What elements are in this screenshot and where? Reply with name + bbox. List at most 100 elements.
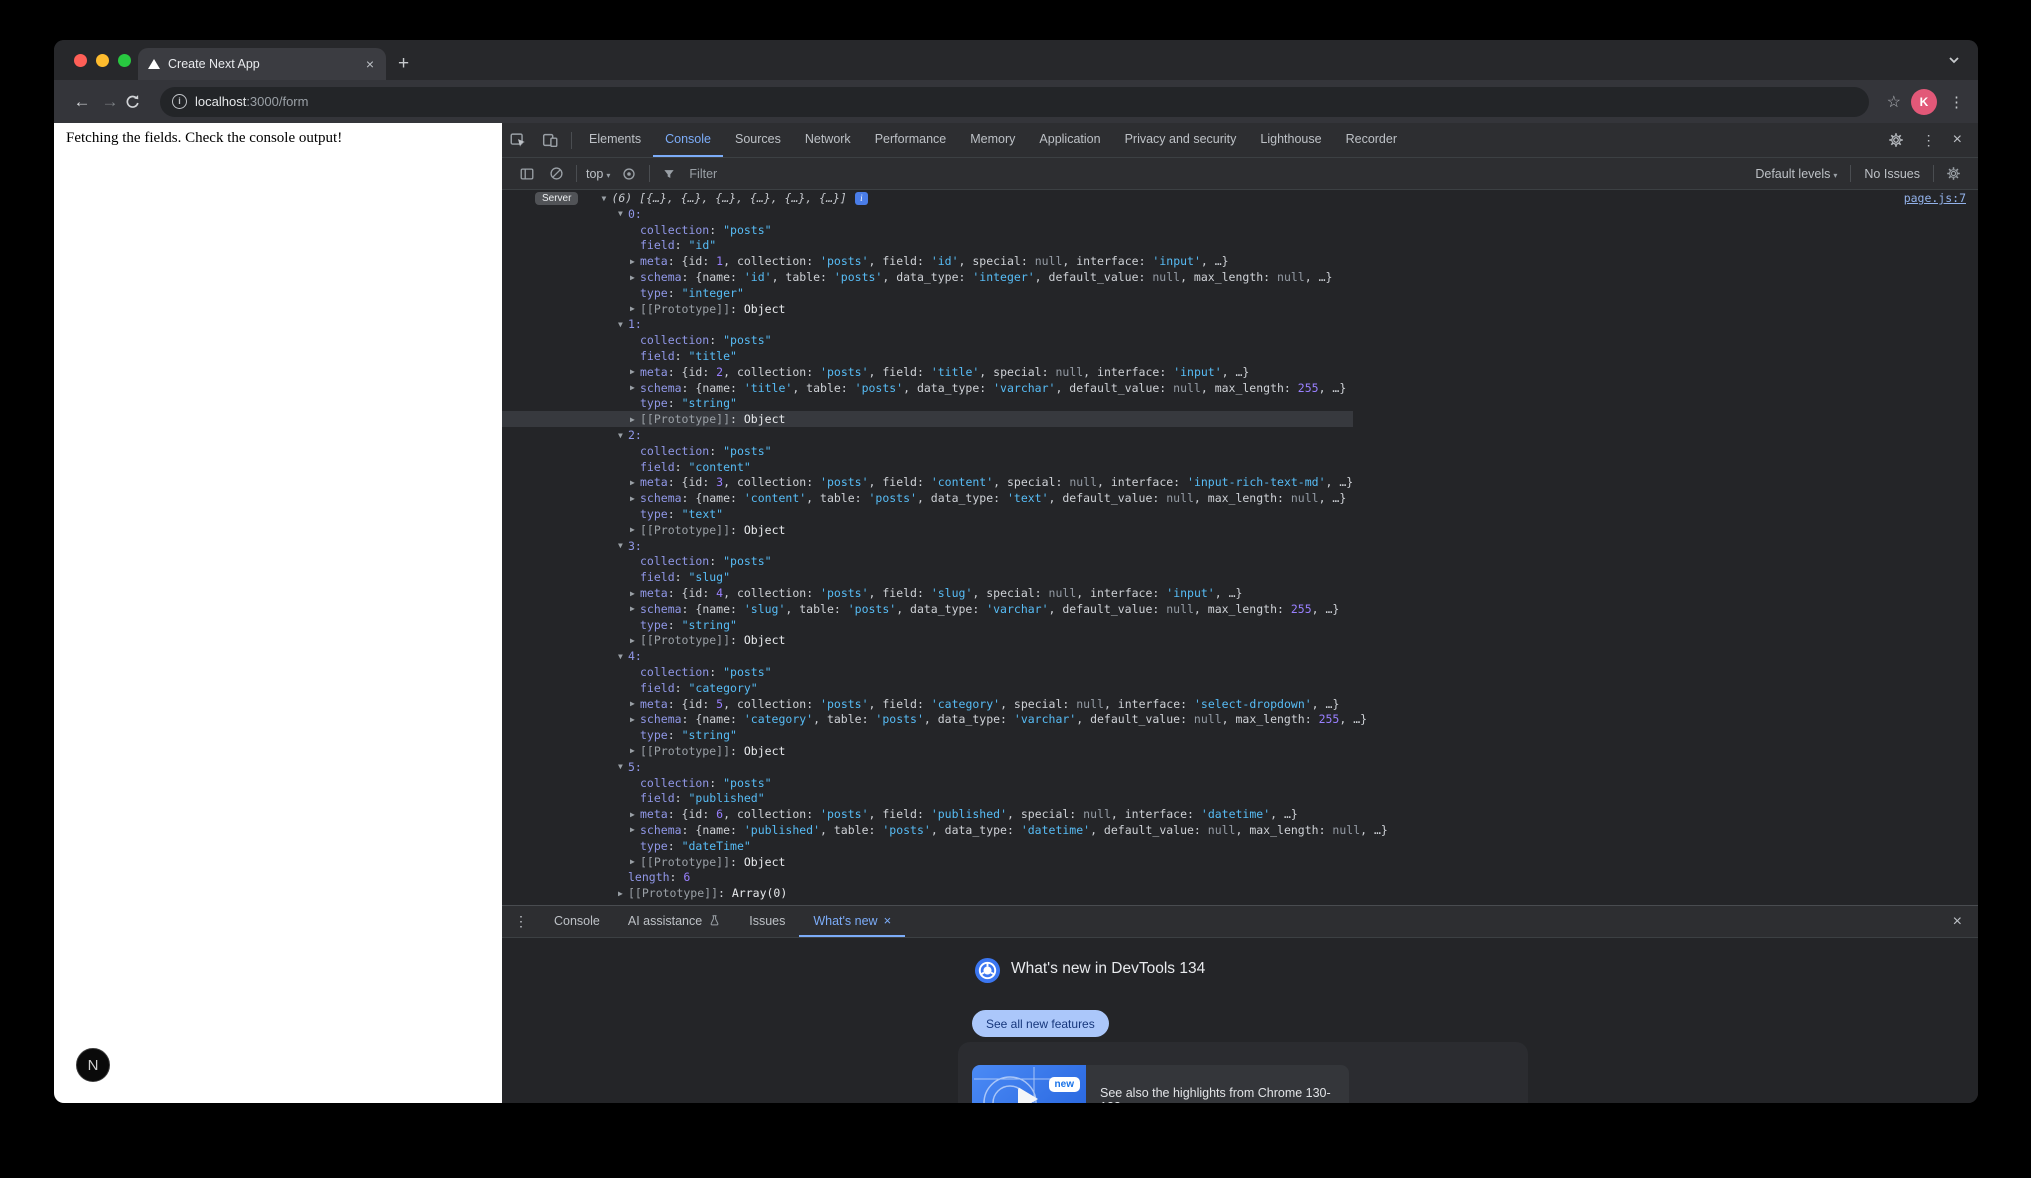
token: null [1208, 823, 1236, 837]
drawer-menu-icon[interactable]: ⋮ [502, 913, 540, 930]
tab-close-icon[interactable]: × [364, 56, 376, 72]
token: : {name: [682, 602, 744, 616]
tab-recorder[interactable]: Recorder [1334, 123, 1409, 157]
info-icon[interactable]: i [855, 192, 868, 205]
filter-input[interactable] [689, 167, 1747, 181]
drawer-tab-issues[interactable]: Issues [735, 906, 799, 937]
live-expression-eye-icon[interactable] [614, 166, 644, 182]
tab-privacy-and-security[interactable]: Privacy and security [1113, 123, 1249, 157]
settings-gear-icon[interactable] [1881, 132, 1911, 148]
expand-arrow[interactable]: ▶ [630, 525, 640, 534]
token: "string" [682, 396, 737, 410]
back-button[interactable]: ← [68, 92, 96, 112]
expand-arrow[interactable]: ▶ [630, 478, 640, 487]
token: collection [640, 333, 709, 347]
token: meta [640, 697, 668, 711]
bookmark-star-icon[interactable]: ☆ [1887, 92, 1901, 112]
expand-arrow[interactable]: ▶ [618, 889, 628, 898]
nextjs-devtools-button[interactable]: N [76, 1048, 110, 1082]
token: 'input' [1173, 365, 1221, 379]
drawer-tab-what-s-new[interactable]: What's new× [799, 906, 905, 937]
log-levels-dropdown[interactable]: Default levels▾ [1747, 167, 1845, 181]
token: , field: [869, 807, 931, 821]
tab-search-chevron-icon[interactable] [1946, 52, 1962, 68]
tab-elements[interactable]: Elements [577, 123, 653, 157]
expand-arrow[interactable]: ▼ [618, 209, 628, 218]
drawer-tab-ai-assistance[interactable]: AI assistance [614, 906, 735, 937]
inspect-element-icon[interactable] [502, 131, 534, 149]
expand-arrow[interactable]: ▶ [630, 494, 640, 503]
console-line: ▶meta: {id: 1, collection: 'posts', fiel… [502, 253, 1978, 269]
forward-button[interactable]: → [96, 92, 124, 112]
minimize-window-button[interactable] [96, 54, 109, 67]
token: "posts" [723, 665, 771, 679]
token: 6 [683, 870, 690, 884]
address-bar[interactable]: i localhost:3000/form [160, 87, 1869, 117]
browser-menu-icon[interactable]: ⋮ [1949, 93, 1964, 111]
console-line: field: "published" [502, 790, 1978, 806]
browser-tab[interactable]: Create Next App × [138, 48, 386, 80]
drawer-close-icon[interactable]: × [1947, 913, 1968, 931]
expand-arrow[interactable]: ▶ [630, 715, 640, 724]
expand-arrow[interactable]: ▶ [630, 415, 640, 424]
token: , data_type: [882, 270, 972, 284]
expand-arrow[interactable]: ▼ [618, 762, 628, 771]
token: "id" [688, 238, 716, 252]
expand-arrow[interactable]: ▼ [618, 320, 628, 329]
expand-arrow[interactable]: ▼ [618, 431, 628, 440]
tab-sources[interactable]: Sources [723, 123, 793, 157]
drawer-tab-label: AI assistance [628, 914, 702, 928]
close-window-button[interactable] [74, 54, 87, 67]
expand-arrow[interactable]: ▼ [618, 652, 628, 661]
source-location-link[interactable]: page.js:7 [1904, 191, 1966, 205]
expand-arrow[interactable]: ▶ [630, 746, 640, 755]
tab-lighthouse[interactable]: Lighthouse [1248, 123, 1333, 157]
token: , field: [869, 586, 931, 600]
tab-memory[interactable]: Memory [958, 123, 1027, 157]
expand-arrow[interactable]: ▶ [630, 273, 640, 282]
token: [[Prototype]] [640, 633, 730, 647]
context-selector[interactable]: top▾ [586, 167, 610, 181]
tab-performance[interactable]: Performance [863, 123, 959, 157]
devtools-close-icon[interactable]: × [1947, 131, 1968, 149]
expand-arrow[interactable]: ▶ [630, 304, 640, 313]
expand-arrow[interactable]: ▼ [618, 541, 628, 550]
expand-arrow[interactable]: ▼ [601, 194, 611, 203]
expand-arrow[interactable]: ▶ [630, 825, 640, 834]
site-info-icon[interactable]: i [172, 94, 187, 109]
expand-arrow[interactable]: ▶ [630, 367, 640, 376]
play-icon [1018, 1087, 1038, 1103]
tab-application[interactable]: Application [1027, 123, 1112, 157]
expand-arrow[interactable]: ▶ [630, 383, 640, 392]
tab-console[interactable]: Console [653, 123, 723, 157]
devtools-menu-icon[interactable]: ⋮ [1915, 132, 1943, 149]
highlights-row[interactable]: new See also the highlights from Chrome … [972, 1065, 1349, 1103]
drawer-tab-close-icon[interactable]: × [884, 913, 892, 928]
expand-arrow[interactable]: ▶ [630, 257, 640, 266]
expand-arrow[interactable]: ▶ [630, 636, 640, 645]
drawer-tab-console[interactable]: Console [540, 906, 614, 937]
expand-arrow[interactable]: ▶ [630, 604, 640, 613]
expand-arrow[interactable]: ▶ [630, 589, 640, 598]
device-toolbar-icon[interactable] [534, 131, 566, 149]
maximize-window-button[interactable] [118, 54, 131, 67]
new-tab-button[interactable]: + [398, 48, 409, 80]
expand-arrow[interactable]: ▶ [630, 857, 640, 866]
console-settings-gear-icon[interactable] [1939, 166, 1968, 181]
see-all-features-button[interactable]: See all new features [972, 1010, 1109, 1037]
console-line: collection: "posts" [502, 332, 1978, 348]
reload-button[interactable] [124, 93, 152, 110]
tab-network[interactable]: Network [793, 123, 863, 157]
console-sidebar-icon[interactable] [512, 166, 542, 182]
expand-arrow[interactable]: ▶ [630, 810, 640, 819]
profile-avatar[interactable]: K [1911, 89, 1937, 115]
token: , data_type: [903, 381, 993, 395]
console-line: field: "category" [502, 680, 1978, 696]
console-toolbar-right: Default levels▾ No Issues [1747, 165, 1968, 182]
expand-arrow[interactable]: ▶ [630, 699, 640, 708]
token: 2 [716, 365, 723, 379]
issues-counter[interactable]: No Issues [1856, 167, 1928, 181]
token: 'title' [931, 365, 979, 379]
clear-console-icon[interactable] [542, 166, 571, 181]
token: meta [640, 365, 668, 379]
